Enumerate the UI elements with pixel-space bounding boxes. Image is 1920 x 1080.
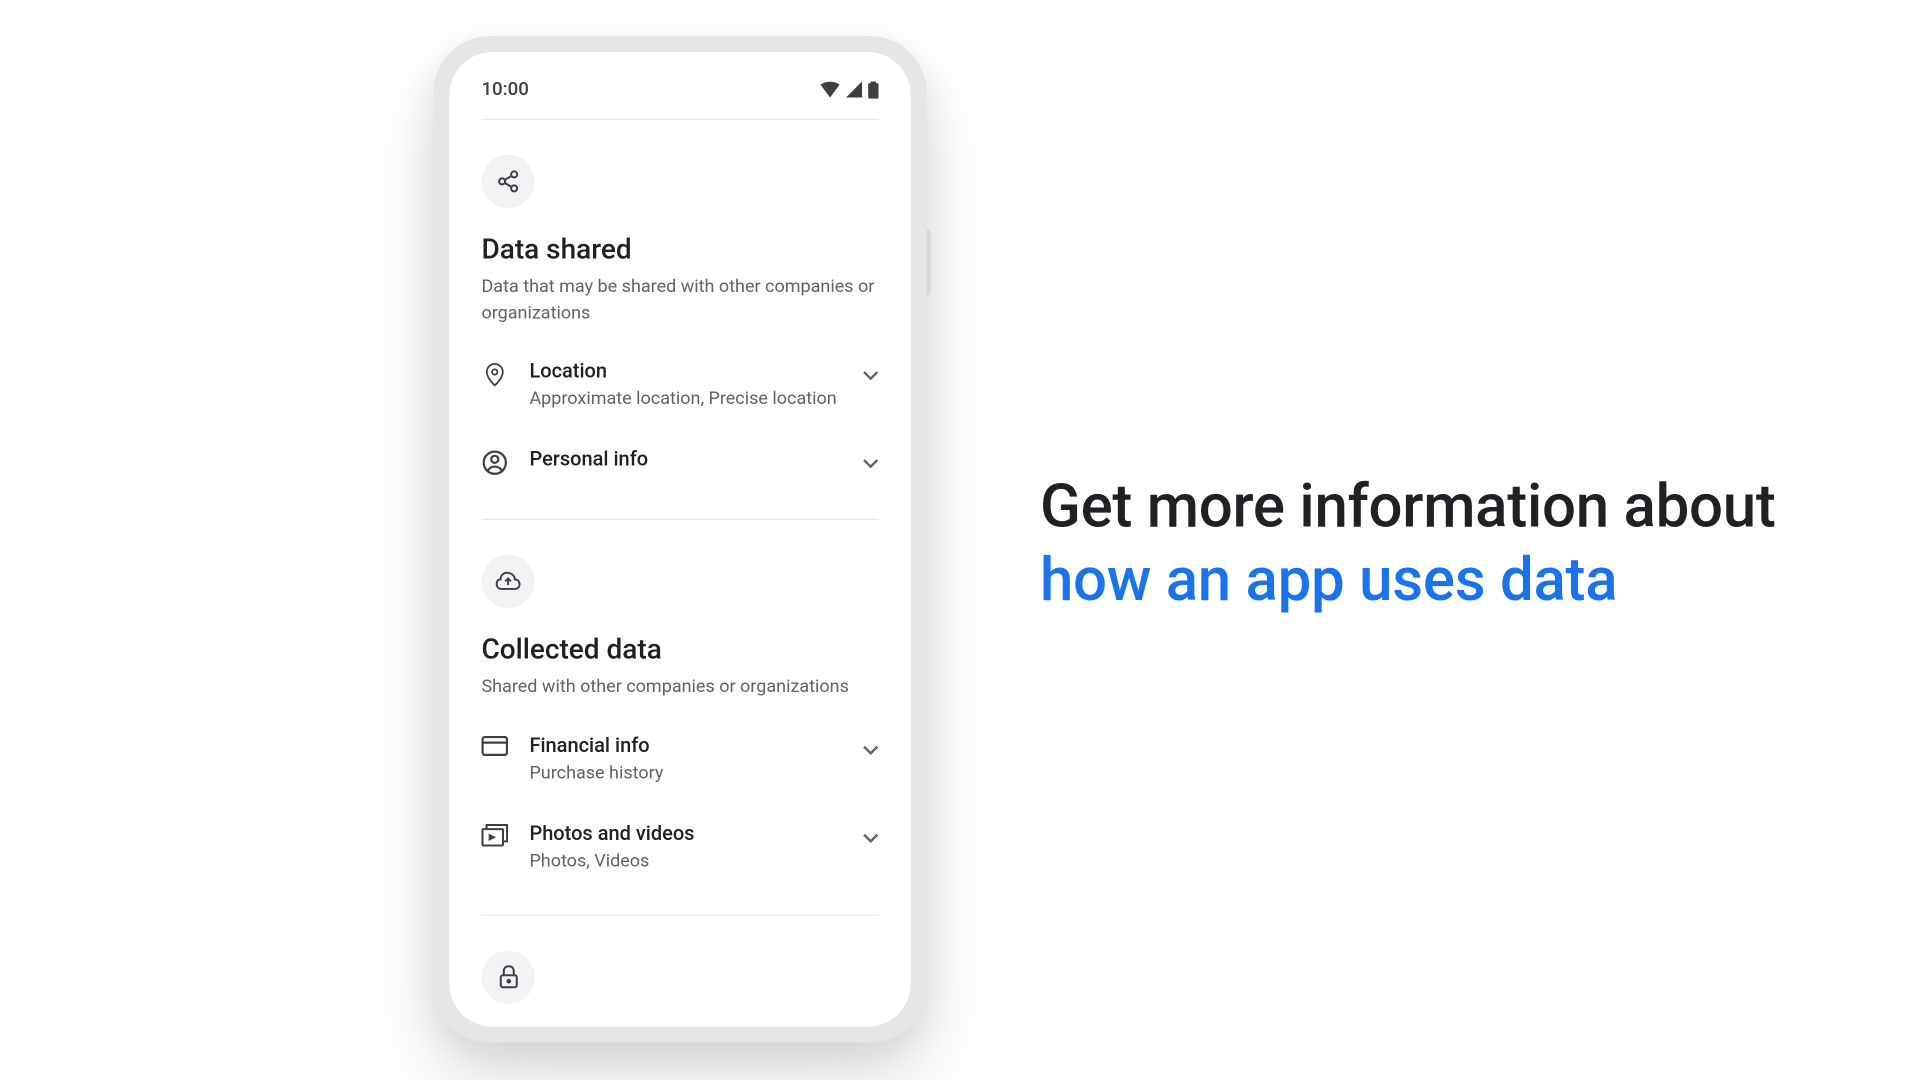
battery-icon <box>868 81 879 98</box>
section-security <box>481 915 878 1026</box>
section-subtitle: Shared with other companies or organizat… <box>481 675 878 701</box>
share-icon <box>481 155 534 208</box>
chevron-down-icon <box>863 733 879 761</box>
card-icon <box>481 733 508 756</box>
caption-line1: Get more information about <box>1040 471 1776 542</box>
section-data-shared: Data shared Data that may be shared with… <box>481 120 878 519</box>
row-title: Photos and videos <box>529 821 841 845</box>
lock-icon <box>481 950 534 1003</box>
row-title: Location <box>529 359 841 383</box>
caption-line2: how an app uses data <box>1040 544 1617 615</box>
row-subtitle: Approximate location, Precise location <box>529 388 841 409</box>
status-icons <box>820 81 879 98</box>
row-subtitle: Photos, Videos <box>529 850 841 871</box>
wifi-icon <box>820 81 840 97</box>
row-personal-info[interactable]: Personal info <box>481 428 878 495</box>
phone-side-button <box>927 229 931 296</box>
row-title: Financial info <box>529 733 841 757</box>
location-icon <box>481 359 508 388</box>
section-subtitle: Data that may be shared with other compa… <box>481 275 878 327</box>
row-subtitle: Purchase history <box>529 762 841 783</box>
cloud-icon <box>481 555 534 608</box>
chevron-down-icon <box>863 821 879 849</box>
row-location[interactable]: Location Approximate location, Precise l… <box>481 340 878 428</box>
section-title: Data shared <box>481 235 878 267</box>
row-photos-videos[interactable]: Photos and videos Photos, Videos <box>481 802 878 890</box>
row-title: Personal info <box>529 447 841 471</box>
phone-screen: 10:00 <box>449 52 910 1026</box>
person-icon <box>481 447 508 476</box>
phone-frame: 10:00 <box>433 36 926 1042</box>
cellular-icon <box>845 81 862 97</box>
chevron-down-icon <box>863 359 879 387</box>
section-collected-data: Collected data Shared with other compani… <box>481 520 878 914</box>
status-time: 10:00 <box>481 79 528 100</box>
caption-text: Get more information about how an app us… <box>1040 471 1776 617</box>
section-title: Collected data <box>481 635 878 667</box>
chevron-down-icon <box>863 447 879 475</box>
row-financial-info[interactable]: Financial info Purchase history <box>481 714 878 802</box>
media-icon <box>481 821 508 846</box>
status-bar: 10:00 <box>481 52 878 119</box>
